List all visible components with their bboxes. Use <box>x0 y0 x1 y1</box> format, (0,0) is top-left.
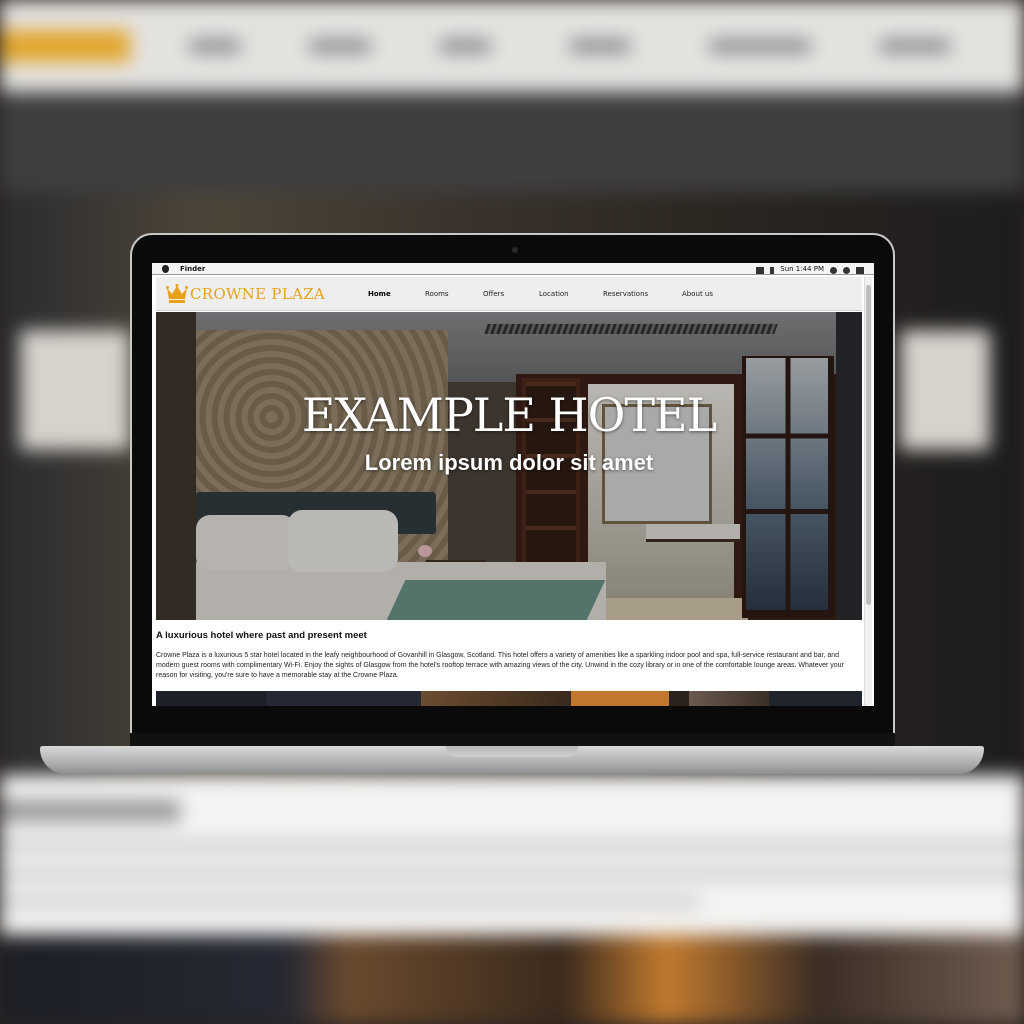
crown-icon[interactable] <box>166 284 188 303</box>
website: CROWNE PLAZA Home Rooms Offers Location … <box>156 277 862 706</box>
bg-logo <box>0 30 130 62</box>
nav-home[interactable]: Home <box>368 290 391 298</box>
bg-intro-line <box>0 868 1024 880</box>
bg-nav-item <box>440 40 490 52</box>
bg-ceiling <box>0 92 1024 192</box>
spotlight-icon[interactable] <box>843 266 850 274</box>
intro-heading: A luxurious hotel where past and present… <box>156 630 367 641</box>
clock[interactable]: Sun 1:44 PM <box>780 263 824 275</box>
gallery-image[interactable] <box>689 691 769 706</box>
wifi-icon[interactable] <box>830 266 837 274</box>
notification-icon[interactable] <box>856 266 864 274</box>
hero-subtitle: Lorem ipsum dolor sit amet <box>364 450 654 475</box>
nav-about-us[interactable]: About us <box>682 290 713 298</box>
hero-title: EXAMPLE HOTEL <box>301 388 717 442</box>
bg-nav-item <box>570 40 630 52</box>
bg-gallery-strip <box>0 935 1024 1024</box>
bluetooth-icon[interactable] <box>770 266 775 274</box>
nav-offers[interactable]: Offers <box>483 290 504 298</box>
bg-nav-item <box>310 40 370 52</box>
intro-body: Crowne Plaza is a luxurious 5 star hotel… <box>156 652 844 679</box>
gallery-image[interactable] <box>769 691 862 706</box>
nav-location[interactable]: Location <box>539 290 569 298</box>
bg-intro-line <box>0 840 1024 852</box>
bg-intro-area <box>0 775 1024 935</box>
apple-icon[interactable] <box>162 265 169 273</box>
bg-intro-line <box>0 896 700 908</box>
gallery-image[interactable] <box>669 691 689 706</box>
nav-rooms[interactable]: Rooms <box>425 290 449 298</box>
status-tray: Sun 1:44 PM <box>756 263 864 275</box>
bg-nav-item <box>880 40 950 52</box>
brand-logo[interactable]: CROWNE PLAZA <box>190 285 325 303</box>
volume-icon[interactable] <box>756 266 765 274</box>
hero-banner: EXAMPLE HOTEL Lorem ipsum dolor sit amet <box>156 312 862 620</box>
gallery-strip <box>156 691 862 706</box>
scrollbar-thumb[interactable] <box>866 285 871 605</box>
site-navbar: CROWNE PLAZA Home Rooms Offers Location … <box>156 277 862 311</box>
gallery-image[interactable] <box>571 691 669 706</box>
gallery-image[interactable] <box>421 691 571 706</box>
bg-intro-heading <box>0 800 180 822</box>
gallery-image[interactable] <box>266 691 421 706</box>
bg-title-block <box>900 330 990 450</box>
bg-nav-item <box>190 40 240 52</box>
nav-reservations[interactable]: Reservations <box>603 290 648 298</box>
bg-title-block <box>20 330 130 450</box>
bg-nav-item <box>710 40 810 52</box>
mac-menubar: Finder Sun 1:44 PM <box>152 263 874 275</box>
bg-navbar <box>0 0 1024 92</box>
laptop-notch <box>446 746 578 757</box>
camera-icon <box>512 247 518 253</box>
laptop-hinge <box>130 733 895 747</box>
finder-menu[interactable]: Finder <box>180 263 205 275</box>
gallery-image[interactable] <box>156 691 266 706</box>
laptop-screen: Finder Sun 1:44 PM CROWNE PLAZA Home Roo… <box>152 263 874 706</box>
